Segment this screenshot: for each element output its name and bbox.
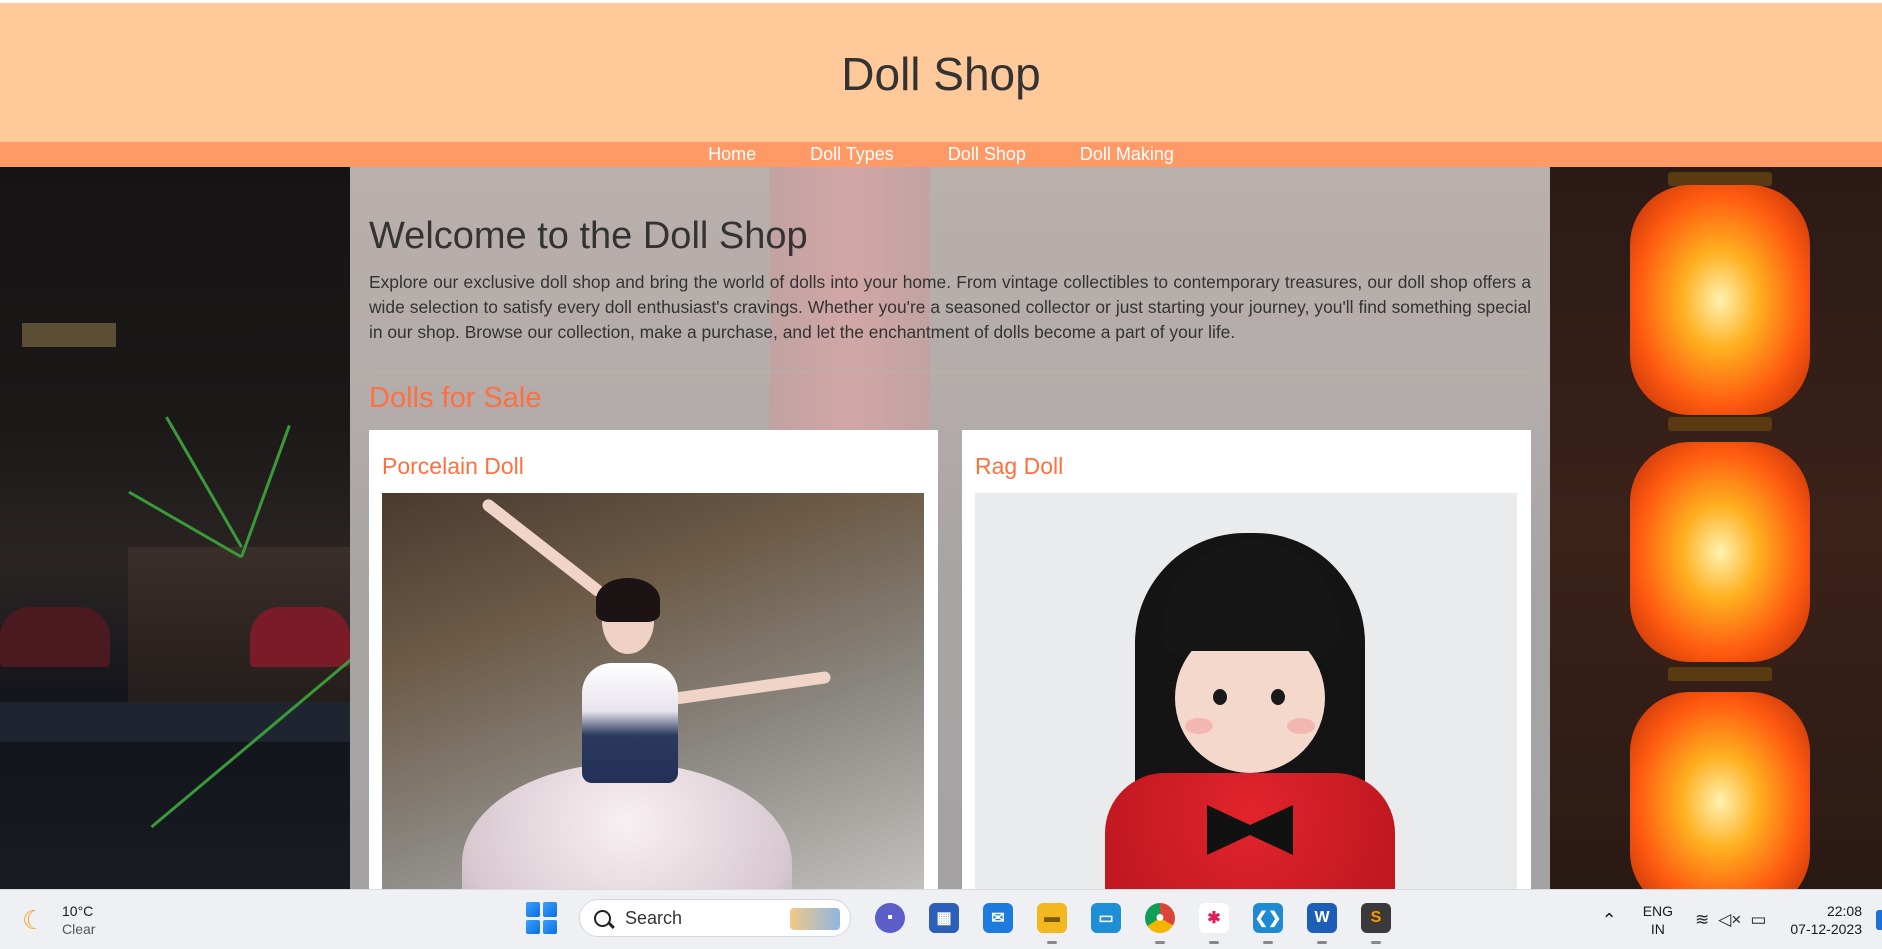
main-nav: Home Doll Types Doll Shop Doll Making (0, 142, 1882, 167)
lantern-cap (1668, 417, 1772, 431)
product-title: Porcelain Doll (382, 453, 524, 479)
chrome-icon[interactable]: ● (1140, 898, 1180, 944)
clock[interactable]: 22:08 07-12-2023 (1790, 902, 1862, 938)
nav-doll-types[interactable]: Doll Types (810, 144, 894, 165)
doll-bodice (582, 663, 678, 783)
lantern-cap (1668, 172, 1772, 186)
browser-viewport: Doll Shop Home Doll Types Doll Shop Doll… (0, 0, 1882, 889)
plant-leaf (240, 424, 291, 558)
tray-status-icons[interactable]: ≋ ◁× ▭ (1695, 910, 1766, 930)
word-icon[interactable]: W (1302, 898, 1342, 944)
search-label: Search (625, 907, 683, 928)
bench (0, 702, 350, 742)
divider (369, 371, 1531, 372)
taskbar-search[interactable]: Search (579, 899, 851, 937)
chevron-up-icon[interactable]: ⌃ (1602, 910, 1617, 931)
weather-widget[interactable]: ☾ 10°C Clear (22, 902, 95, 938)
battery-icon: ▭ (1750, 910, 1767, 929)
intro-paragraph: Explore our exclusive doll shop and brin… (369, 272, 1531, 342)
product-title: Rag Doll (975, 453, 1064, 479)
start-icon[interactable] (526, 902, 558, 934)
language-region: IN (1650, 921, 1665, 937)
lantern (1630, 692, 1810, 889)
site-title: Doll Shop (841, 47, 1041, 100)
doll-blush (1287, 718, 1315, 734)
file-explorer-icon[interactable]: ▬ (1032, 898, 1072, 944)
search-highlight-art (790, 908, 840, 930)
nav-doll-shop[interactable]: Doll Shop (948, 144, 1026, 165)
teams-chat-icon[interactable]: ▪ (870, 898, 910, 938)
welcome-heading: Welcome to the Doll Shop (369, 215, 808, 257)
sublime-text-icon[interactable]: S (1356, 898, 1396, 944)
windows-taskbar: ☾ 10°C Clear Search ▪ ▦ ✉ ▬ ▭ ● ✱ ❮❯ W S… (0, 889, 1882, 949)
product-card-rag-doll[interactable]: Rag Doll (962, 430, 1531, 889)
nav-doll-making[interactable]: Doll Making (1080, 144, 1174, 165)
weather-temp: 10°C (62, 903, 94, 919)
doll-eye (1271, 689, 1285, 705)
wifi-icon: ≋ (1695, 910, 1710, 929)
doll-eye (1213, 689, 1227, 705)
mail-icon[interactable]: ✉ (978, 898, 1018, 938)
background-left-scene (0, 167, 383, 889)
main-content: Welcome to the Doll Shop Explore our exc… (350, 167, 1550, 889)
weather-text: 10°C Clear (62, 902, 95, 938)
lantern (1630, 185, 1810, 415)
doll-arm (671, 670, 832, 705)
taskbar-apps: Search ▪ ▦ ✉ ▬ ▭ ● ✱ ❮❯ W S (526, 898, 1403, 944)
volume-muted-icon: ◁× (1718, 910, 1742, 929)
rag-doll-photo (975, 493, 1517, 889)
plant-leaf (165, 416, 243, 548)
remote-desktop-icon[interactable]: ▭ (1086, 898, 1126, 938)
cushion (0, 607, 110, 667)
background-lanterns (1550, 167, 1882, 889)
search-icon (594, 909, 611, 927)
notification-icon[interactable] (1876, 910, 1882, 930)
section-heading: Dolls for Sale (369, 382, 542, 414)
moon-icon: ☾ (22, 905, 46, 935)
wall-sign (22, 323, 116, 347)
slack-icon[interactable]: ✱ (1194, 898, 1234, 944)
system-tray: ⌃ ENG IN ≋ ◁× ▭ 22:08 07-12-2023 (1602, 890, 1882, 949)
site-header: Doll Shop (0, 3, 1882, 142)
lantern (1630, 442, 1810, 662)
weather-condition: Clear (62, 921, 96, 937)
cushion (250, 607, 350, 667)
clock-date: 07-12-2023 (1790, 921, 1862, 937)
language-indicator[interactable]: ENG IN (1643, 902, 1673, 938)
nav-home[interactable]: Home (708, 144, 756, 165)
doll-hair (596, 578, 660, 622)
vscode-icon[interactable]: ❮❯ (1248, 898, 1288, 944)
doll-arm (480, 496, 606, 599)
product-card-porcelain-doll[interactable]: Porcelain Doll (369, 430, 938, 889)
language-code: ENG (1642, 903, 1674, 919)
doll-blush (1185, 718, 1213, 734)
porcelain-doll-photo (382, 493, 924, 889)
lantern-cap (1668, 667, 1772, 681)
clock-time: 22:08 (1826, 903, 1862, 919)
store-icon[interactable]: ▦ (924, 898, 964, 938)
